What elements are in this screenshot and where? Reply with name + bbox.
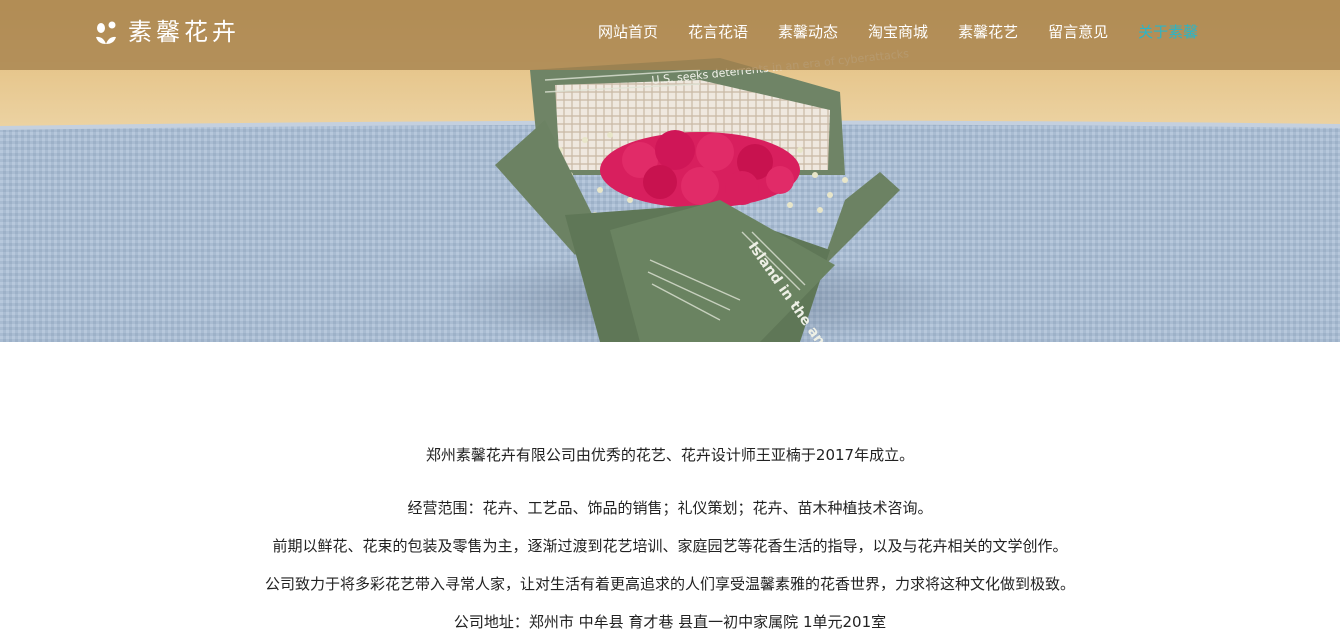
main-nav: 网站首页 花言花语 素馨动态 淘宝商城 素馨花艺 留言意见 关于素馨 — [598, 20, 1198, 44]
about-section: 郑州素馨花卉有限公司由优秀的花艺、花卉设计师王亚楠于2017年成立。 经营范围：… — [0, 342, 1340, 641]
about-address: 公司地址：郑州市 中牟县 育才巷 县直一初中家属院 1单元201室 — [453, 613, 887, 631]
nav-item-feedback[interactable]: 留言意见 — [1048, 20, 1108, 44]
nav-item-about[interactable]: 关于素馨 — [1138, 20, 1198, 44]
top-nav-bar: 素馨花卉 网站首页 花言花语 素馨动态 淘宝商城 素馨花艺 留言意见 关于素馨 — [0, 0, 1340, 70]
nav-item-flower-words[interactable]: 花言花语 — [688, 20, 748, 44]
nav-item-floral-art[interactable]: 素馨花艺 — [958, 20, 1018, 44]
about-scope: 经营范围：花卉、工艺品、饰品的销售；礼仪策划；花卉、苗木种植技术咨询。 — [407, 499, 933, 517]
about-intro: 郑州素馨花卉有限公司由优秀的花艺、花卉设计师王亚楠于2017年成立。 — [425, 446, 915, 464]
nav-item-taobao-store[interactable]: 淘宝商城 — [868, 20, 928, 44]
nav-item-home[interactable]: 网站首页 — [598, 20, 658, 44]
flower-sprout-icon — [92, 18, 120, 46]
nav-item-news[interactable]: 素馨动态 — [778, 20, 838, 44]
about-history: 前期以鲜花、花束的包装及零售为主，逐渐过渡到花艺培训、家庭园艺等花香生活的指导，… — [272, 537, 1068, 555]
about-mission: 公司致力于将多彩花艺带入寻常人家，让对生活有着更高追求的人们享受温馨素雅的花香世… — [264, 575, 1075, 593]
site-logo[interactable]: 素馨花卉 — [92, 14, 240, 50]
brand-name: 素馨花卉 — [128, 18, 240, 46]
